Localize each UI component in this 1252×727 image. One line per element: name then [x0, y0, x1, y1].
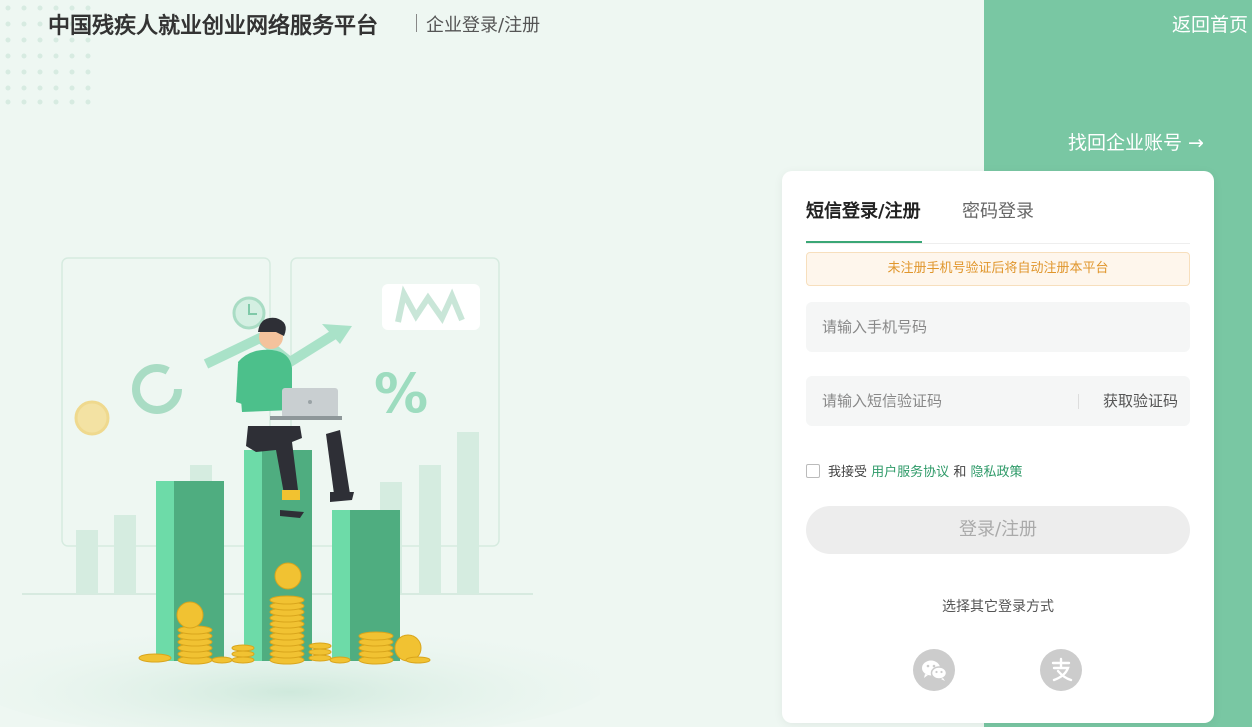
wechat-login-button[interactable] [913, 649, 955, 691]
phone-field [806, 302, 1190, 352]
other-login-title: 选择其它登录方式 [942, 599, 1054, 615]
header-divider [416, 14, 417, 32]
home-link[interactable]: 返回首页 [1172, 10, 1248, 37]
login-submit-button[interactable]: 登录/注册 [806, 506, 1190, 554]
active-tab-indicator [806, 241, 922, 243]
get-code-button[interactable]: 获取验证码 [1103, 376, 1178, 426]
phone-input[interactable] [806, 302, 1098, 352]
wechat-icon [922, 660, 948, 681]
sms-code-input[interactable] [806, 376, 1098, 426]
site-title: 中国残疾人就业创业网络服务平台 [48, 14, 379, 39]
sms-code-field: 获取验证码 [806, 376, 1190, 426]
login-card: 短信登录/注册 密码登录 未注册手机号验证后将自动注册本平台 获取验证码 我接受… [782, 171, 1214, 723]
terms-link[interactable]: 用户服务协议 [871, 465, 949, 480]
agreement-row: 我接受 用户服务协议 和 隐私政策 [806, 461, 1022, 480]
alipay-icon [1051, 657, 1073, 682]
privacy-link[interactable]: 隐私政策 [970, 465, 1022, 480]
agreement-checkbox[interactable] [806, 464, 820, 478]
agreement-prefix: 我接受 [828, 465, 868, 480]
recover-account-link[interactable]: 找回企业账号 → [1068, 128, 1204, 155]
code-divider [1078, 394, 1079, 409]
alipay-login-button[interactable] [1040, 649, 1082, 691]
tab-password-login[interactable]: 密码登录 [962, 197, 1034, 223]
agreement-and: 和 [953, 465, 967, 480]
auto-register-notice: 未注册手机号验证后将自动注册本平台 [806, 252, 1190, 286]
hero-illustration: % [0, 257, 600, 727]
login-tabs: 短信登录/注册 密码登录 [806, 197, 1190, 244]
page-subtitle: 企业登录/注册 [426, 15, 541, 36]
tab-sms-login[interactable]: 短信登录/注册 [806, 197, 921, 223]
svg-text:%: % [374, 362, 428, 425]
